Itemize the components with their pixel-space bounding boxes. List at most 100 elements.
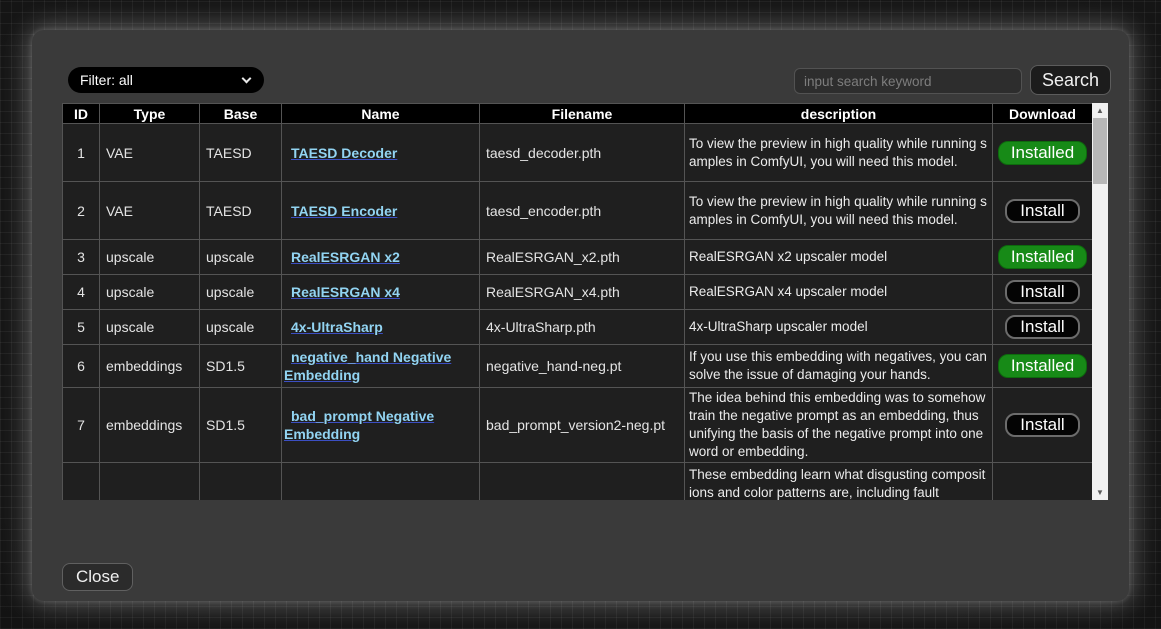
cell-filename: negative_hand-neg.pt bbox=[480, 345, 685, 388]
scrollbar-down-arrow-icon[interactable]: ▼ bbox=[1092, 485, 1108, 500]
cell-filename: 4x-UltraSharp.pth bbox=[480, 310, 685, 345]
models-table-viewport: IDTypeBaseNameFilenamedescriptionDownloa… bbox=[62, 103, 1092, 500]
install-models-dialog: Filter: all Search IDTypeBaseNameFilenam… bbox=[32, 30, 1129, 601]
cell-base: upscale bbox=[200, 310, 282, 345]
filter-select[interactable]: Filter: all bbox=[68, 67, 264, 93]
cell-id: 3 bbox=[63, 240, 100, 275]
search-button[interactable]: Search bbox=[1030, 65, 1111, 95]
column-header-description: description bbox=[685, 104, 993, 124]
cell-name: RealESRGAN x4 bbox=[282, 275, 480, 310]
models-table-zone: IDTypeBaseNameFilenamedescriptionDownloa… bbox=[62, 103, 1108, 500]
cell-name: bad_prompt Negative Embedding bbox=[282, 388, 480, 463]
model-name-link[interactable]: TAESD Encoder bbox=[291, 203, 397, 219]
cell-id: 7 bbox=[63, 388, 100, 463]
model-name-link[interactable]: 4x-UltraSharp bbox=[291, 319, 383, 335]
cell-name: 4x-UltraSharp bbox=[282, 310, 480, 345]
table-row: 4upscaleupscaleRealESRGAN x4RealESRGAN_x… bbox=[63, 275, 1093, 310]
cell-type bbox=[100, 463, 200, 501]
cell-download: Install bbox=[993, 182, 1093, 240]
cell-download: Install bbox=[993, 310, 1093, 345]
column-header-id: ID bbox=[63, 104, 100, 124]
cell-base: SD1.5 bbox=[200, 388, 282, 463]
cell-base: upscale bbox=[200, 275, 282, 310]
table-row: 5upscaleupscale4x-UltraSharp4x-UltraShar… bbox=[63, 310, 1093, 345]
cell-filename: RealESRGAN_x4.pth bbox=[480, 275, 685, 310]
filter-select-value: Filter: all bbox=[80, 72, 133, 88]
table-row: 3upscaleupscaleRealESRGAN x2RealESRGAN_x… bbox=[63, 240, 1093, 275]
cell-name: negative_hand Negative Embedding bbox=[282, 345, 480, 388]
cell-filename: taesd_encoder.pth bbox=[480, 182, 685, 240]
install-button[interactable]: Install bbox=[1005, 413, 1079, 437]
cell-description: RealESRGAN x4 upscaler model bbox=[685, 275, 993, 310]
table-header: IDTypeBaseNameFilenamedescriptionDownloa… bbox=[63, 104, 1093, 124]
model-name-link[interactable]: bad_prompt Negative Embedding bbox=[284, 408, 434, 442]
model-name-link[interactable]: negative_hand Negative Embedding bbox=[284, 349, 451, 383]
cell-id: 4 bbox=[63, 275, 100, 310]
cell-name: RealESRGAN x2 bbox=[282, 240, 480, 275]
cell-base: TAESD bbox=[200, 124, 282, 182]
column-header-name: Name bbox=[282, 104, 480, 124]
cell-type: VAE bbox=[100, 124, 200, 182]
column-header-filename: Filename bbox=[480, 104, 685, 124]
cell-id: 5 bbox=[63, 310, 100, 345]
cell-type: VAE bbox=[100, 182, 200, 240]
table-row: 7embeddingsSD1.5bad_prompt Negative Embe… bbox=[63, 388, 1093, 463]
cell-id: 2 bbox=[63, 182, 100, 240]
install-button[interactable]: Install bbox=[1005, 315, 1079, 339]
cell-description: To view the preview in high quality whil… bbox=[685, 124, 993, 182]
search-input[interactable] bbox=[794, 68, 1022, 94]
cell-type: embeddings bbox=[100, 388, 200, 463]
cell-description: These embedding learn what disgusting co… bbox=[685, 463, 993, 501]
cell-type: upscale bbox=[100, 310, 200, 345]
cell-id: 1 bbox=[63, 124, 100, 182]
cell-description: RealESRGAN x2 upscaler model bbox=[685, 240, 993, 275]
installed-button[interactable]: Installed bbox=[998, 354, 1087, 378]
installed-button[interactable]: Installed bbox=[998, 141, 1087, 165]
table-scrollbar[interactable]: ▲ ▼ bbox=[1092, 103, 1108, 500]
table-row: 1VAETAESD TAESD Decoder taesd_decoder.pthT… bbox=[63, 124, 1093, 182]
installed-button[interactable]: Installed bbox=[998, 245, 1087, 269]
column-header-base: Base bbox=[200, 104, 282, 124]
cell-base bbox=[200, 463, 282, 501]
table-row: 2VAETAESD TAESD Encoder taesd_encoder.pthT… bbox=[63, 182, 1093, 240]
cell-base: TAESD bbox=[200, 182, 282, 240]
cell-name bbox=[282, 463, 480, 501]
cell-download: Installed bbox=[993, 240, 1093, 275]
scrollbar-thumb[interactable] bbox=[1093, 118, 1107, 184]
models-table: IDTypeBaseNameFilenamedescriptionDownloa… bbox=[62, 103, 1092, 500]
cell-download: Installed bbox=[993, 124, 1093, 182]
cell-filename: bad_prompt_version2-neg.pt bbox=[480, 388, 685, 463]
cell-type: embeddings bbox=[100, 345, 200, 388]
column-header-type: Type bbox=[100, 104, 200, 124]
model-name-link[interactable]: RealESRGAN x2 bbox=[291, 249, 400, 265]
cell-download: Installed bbox=[993, 345, 1093, 388]
cell-type: upscale bbox=[100, 275, 200, 310]
cell-description: 4x-UltraSharp upscaler model bbox=[685, 310, 993, 345]
cell-name: TAESD Encoder bbox=[282, 182, 480, 240]
cell-type: upscale bbox=[100, 240, 200, 275]
cell-download bbox=[993, 463, 1093, 501]
model-name-link[interactable]: TAESD Decoder bbox=[291, 145, 397, 161]
column-header-download: Download bbox=[993, 104, 1093, 124]
chevron-down-icon bbox=[242, 74, 252, 84]
cell-filename: RealESRGAN_x2.pth bbox=[480, 240, 685, 275]
cell-description: The idea behind this embedding was to so… bbox=[685, 388, 993, 463]
table-row: 6embeddingsSD1.5negative_hand Negative E… bbox=[63, 345, 1093, 388]
table-row: These embedding learn what disgusting co… bbox=[63, 463, 1093, 501]
cell-id bbox=[63, 463, 100, 501]
install-button[interactable]: Install bbox=[1005, 199, 1079, 223]
cell-base: upscale bbox=[200, 240, 282, 275]
cell-filename bbox=[480, 463, 685, 501]
cell-name: TAESD Decoder bbox=[282, 124, 480, 182]
cell-filename: taesd_decoder.pth bbox=[480, 124, 685, 182]
model-name-link[interactable]: RealESRGAN x4 bbox=[291, 284, 400, 300]
cell-id: 6 bbox=[63, 345, 100, 388]
cell-base: SD1.5 bbox=[200, 345, 282, 388]
cell-download: Install bbox=[993, 275, 1093, 310]
close-button[interactable]: Close bbox=[62, 563, 133, 591]
cell-download: Install bbox=[993, 388, 1093, 463]
cell-description: If you use this embedding with negatives… bbox=[685, 345, 993, 388]
cell-description: To view the preview in high quality whil… bbox=[685, 182, 993, 240]
install-button[interactable]: Install bbox=[1005, 280, 1079, 304]
scrollbar-up-arrow-icon[interactable]: ▲ bbox=[1092, 103, 1108, 118]
